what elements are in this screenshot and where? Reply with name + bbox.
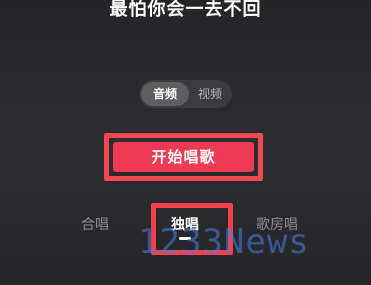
mode-toggle: 音频 视频 [139, 80, 232, 108]
mode-audio-option[interactable]: 音频 [141, 82, 189, 106]
tab-chorus[interactable]: 合唱 [72, 215, 118, 235]
mode-video-option[interactable]: 视频 [191, 82, 229, 106]
karaoke-screen: 最怕你会一去不回 音频 视频 开始唱歌 合唱 独唱 歌房唱 1233News [0, 0, 371, 285]
start-singing-button[interactable]: 开始唱歌 [113, 142, 254, 172]
song-title: 最怕你会一去不回 [109, 0, 262, 20]
watermark: 1233News [138, 222, 310, 262]
